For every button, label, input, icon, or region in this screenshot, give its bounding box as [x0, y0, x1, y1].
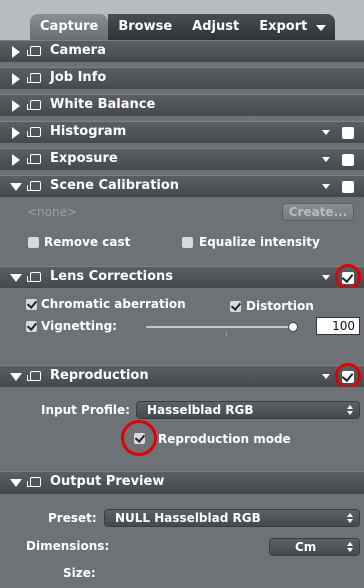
remove-cast-label: Remove cast	[44, 235, 131, 249]
equalize-intensity-checkbox[interactable]	[182, 237, 193, 248]
float-window-icon[interactable]	[27, 371, 41, 381]
output-preview-panel: Preset: NULL Hasselblad RGB Dimensions: …	[0, 494, 364, 588]
section-title: Job Info	[50, 70, 107, 85]
section-scene-calibration[interactable]: Scene Calibration	[0, 175, 364, 197]
create-button-label: Create...	[288, 205, 348, 219]
section-white-balance[interactable]: White Balance	[0, 94, 364, 116]
section-histogram[interactable]: Histogram	[0, 121, 364, 143]
tab-browse[interactable]: Browse	[108, 14, 183, 40]
reproduction-mode-checkbox[interactable]	[134, 433, 145, 444]
input-profile-label: Input Profile:	[41, 403, 130, 417]
vignetting-slider[interactable]	[146, 322, 298, 336]
section-title: White Balance	[50, 97, 156, 112]
vignetting-value-field[interactable]: 100	[316, 317, 360, 335]
section-menu-icon[interactable]	[322, 374, 330, 379]
section-title: Output Preview	[50, 474, 165, 489]
section-menu-icon[interactable]	[322, 184, 330, 189]
vignetting-value: 100	[332, 319, 355, 333]
section-menu-icon[interactable]	[322, 275, 330, 280]
input-profile-select[interactable]: Hasselblad RGB	[136, 401, 360, 419]
tool-tabs: Capture Browse Adjust Export	[30, 14, 336, 40]
calibration-profile-value: <none>	[27, 205, 78, 219]
section-title: Scene Calibration	[50, 178, 180, 193]
scene-calibration-panel: <none> Create... Remove cast Equalize in…	[0, 197, 364, 262]
tab-bar: Capture Browse Adjust Export	[0, 0, 364, 40]
equalize-intensity-label: Equalize intensity	[199, 235, 320, 249]
section-menu-icon[interactable]	[322, 130, 330, 135]
section-enable-checkbox[interactable]	[342, 181, 354, 193]
float-window-icon[interactable]	[27, 127, 41, 137]
section-title: Reproduction	[50, 368, 149, 383]
float-window-icon[interactable]	[27, 272, 41, 282]
disclosure-triangle-icon[interactable]	[12, 73, 20, 85]
section-title: Histogram	[50, 124, 127, 139]
select-arrows-icon	[347, 513, 354, 524]
section-enable-checkbox[interactable]	[342, 154, 354, 166]
float-window-icon[interactable]	[27, 73, 41, 83]
chromatic-aberration-label: Chromatic aberration	[41, 297, 186, 311]
section-enable-checkbox[interactable]	[342, 272, 354, 284]
preset-select[interactable]: NULL Hasselblad RGB	[104, 509, 360, 527]
float-window-icon[interactable]	[27, 100, 41, 110]
disclosure-triangle-icon[interactable]	[12, 154, 20, 166]
disclosure-triangle-icon[interactable]	[12, 127, 20, 139]
section-reproduction[interactable]: Reproduction	[0, 365, 364, 387]
create-button[interactable]: Create...	[282, 203, 354, 221]
float-window-icon[interactable]	[27, 181, 41, 191]
tab-export[interactable]: Export	[249, 14, 336, 40]
select-arrows-icon	[347, 405, 354, 416]
disclosure-triangle-icon[interactable]	[10, 479, 22, 487]
chromatic-aberration-checkbox[interactable]	[26, 299, 37, 310]
distortion-label: Distortion	[246, 299, 314, 313]
preset-label: Preset:	[48, 511, 97, 525]
dimensions-value: Cm	[295, 540, 317, 554]
tab-export-label: Export	[259, 19, 308, 34]
remove-cast-checkbox[interactable]	[28, 237, 39, 248]
select-arrows-icon	[347, 542, 354, 553]
section-title: Camera	[50, 43, 106, 58]
slider-thumb[interactable]	[288, 322, 298, 332]
preset-value: NULL Hasselblad RGB	[115, 511, 261, 525]
vignetting-label: Vignetting:	[41, 319, 117, 333]
slider-track	[146, 326, 298, 328]
float-window-icon[interactable]	[27, 477, 41, 487]
dimensions-select[interactable]: Cm	[269, 538, 360, 556]
vignetting-checkbox[interactable]	[26, 321, 37, 332]
tab-capture[interactable]: Capture	[30, 14, 109, 40]
input-profile-value: Hasselblad RGB	[147, 403, 254, 417]
float-window-icon[interactable]	[27, 154, 41, 164]
disclosure-triangle-icon[interactable]	[10, 373, 22, 381]
distortion-checkbox[interactable]	[230, 301, 241, 312]
size-label: Size:	[63, 566, 96, 580]
disclosure-triangle-icon[interactable]	[12, 100, 20, 112]
section-enable-checkbox[interactable]	[342, 127, 354, 139]
disclosure-triangle-icon[interactable]	[10, 183, 22, 191]
disclosure-triangle-icon[interactable]	[10, 274, 22, 282]
chevron-down-icon	[316, 25, 327, 31]
section-title: Lens Corrections	[50, 269, 174, 284]
float-window-icon[interactable]	[27, 46, 41, 56]
slider-tick	[226, 332, 227, 336]
section-output-preview[interactable]: Output Preview	[0, 471, 364, 494]
lens-corrections-panel: Chromatic aberration Distortion Vignetti…	[0, 288, 364, 362]
section-camera[interactable]: Camera	[0, 40, 364, 62]
disclosure-triangle-icon[interactable]	[12, 46, 20, 58]
section-job-info[interactable]: Job Info	[0, 67, 364, 89]
section-lens-corrections[interactable]: Lens Corrections	[0, 266, 364, 288]
tab-adjust[interactable]: Adjust	[182, 14, 250, 40]
dimensions-label: Dimensions:	[26, 539, 110, 553]
reproduction-mode-label: Reproduction mode	[158, 432, 291, 446]
section-enable-checkbox[interactable]	[342, 371, 354, 383]
section-title: Exposure	[50, 151, 118, 166]
section-menu-icon[interactable]	[322, 157, 330, 162]
section-exposure[interactable]: Exposure	[0, 148, 364, 170]
reproduction-panel: Input Profile: Hasselblad RGB Reproducti…	[0, 387, 364, 467]
